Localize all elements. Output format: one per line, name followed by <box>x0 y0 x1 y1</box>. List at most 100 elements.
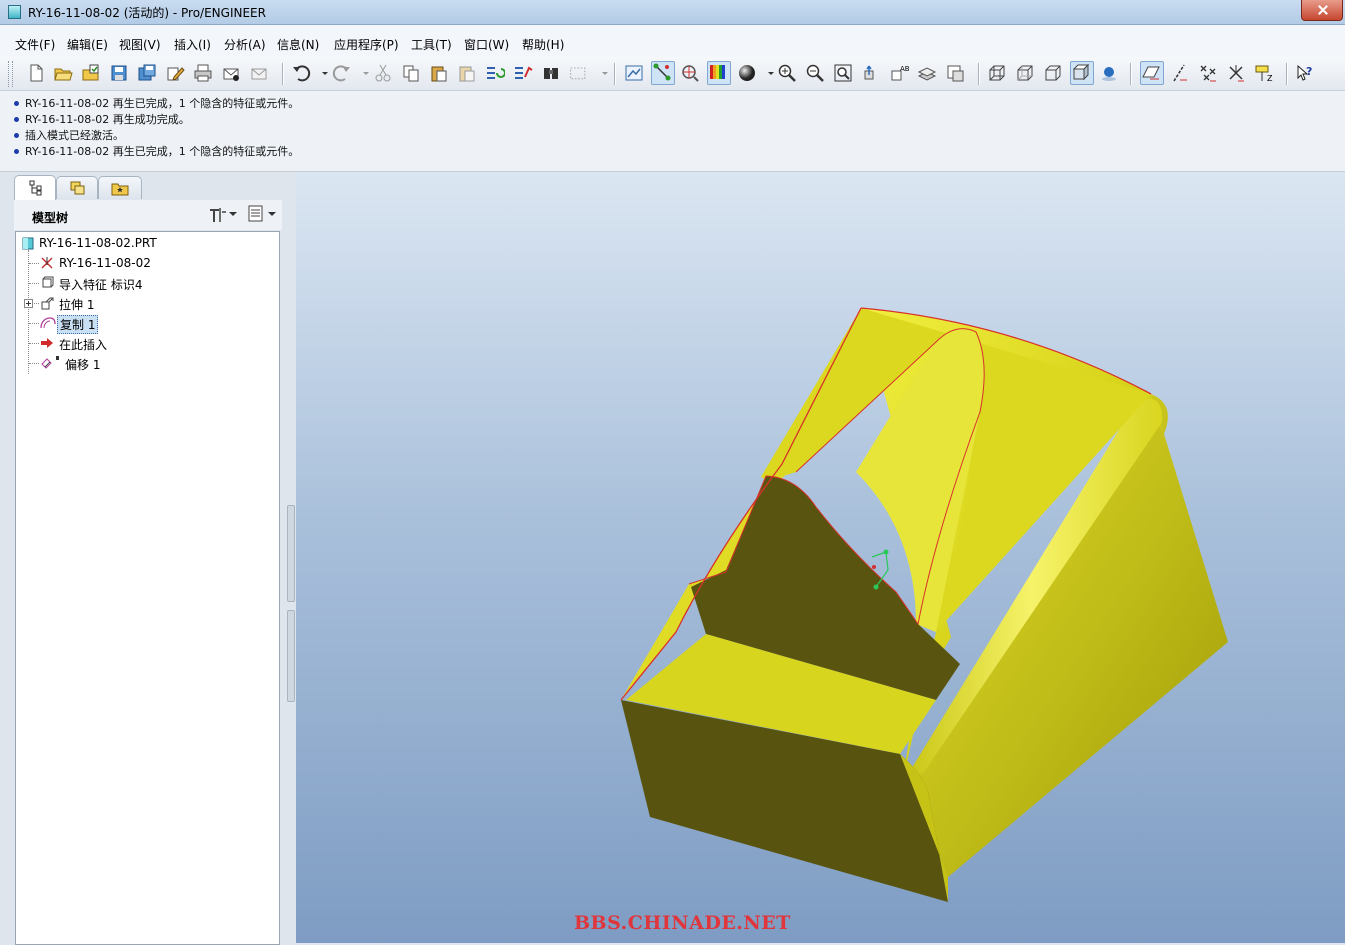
rename-icon[interactable] <box>165 63 185 83</box>
window-close-button[interactable] <box>1301 0 1343 21</box>
paste-icon[interactable] <box>429 63 449 83</box>
model-3d-render[interactable] <box>296 172 1345 943</box>
tree-connector <box>29 283 39 284</box>
toolbar-separator <box>978 63 980 85</box>
regenerate-icon[interactable] <box>485 63 505 83</box>
spin-center-icon[interactable] <box>680 63 700 83</box>
refit-icon[interactable] <box>833 63 853 83</box>
saved-views-icon[interactable]: AB <box>889 63 909 83</box>
message-bullet-icon <box>14 148 19 154</box>
whats-this-icon[interactable]: ? <box>1295 63 1315 83</box>
menu-applications[interactable]: 应用程序(P) <box>334 36 399 53</box>
menu-window[interactable]: 窗口(W) <box>464 36 509 53</box>
menu-view[interactable]: 视图(V) <box>119 36 161 53</box>
menu-help[interactable]: 帮助(H) <box>522 36 564 53</box>
csys-icon[interactable] <box>1226 63 1246 83</box>
menu-edit[interactable]: 编辑(E) <box>67 36 108 53</box>
menu-analysis[interactable]: 分析(A) <box>224 36 266 53</box>
new-file-icon[interactable] <box>26 63 46 83</box>
extrude-feature-icon <box>41 297 54 310</box>
message-line: RY-16-11-08-02 再生已完成，1 个隐含的特征或元件。 <box>14 95 299 111</box>
enhanced-realism-icon[interactable] <box>1099 63 1119 83</box>
svg-text:AB: AB <box>900 65 909 73</box>
settings-dropdown-icon[interactable] <box>229 210 237 218</box>
offset-feature-icon <box>41 356 59 369</box>
mail-icon[interactable] <box>221 63 241 83</box>
copy-icon[interactable] <box>401 63 421 83</box>
select-dropdown-icon[interactable] <box>595 63 608 83</box>
tree-item-label: 在此插入 <box>59 338 108 352</box>
undo-icon[interactable] <box>291 63 311 83</box>
tree-connector <box>28 250 29 374</box>
model-tree-title: 模型树 <box>32 211 69 225</box>
favorites-tab[interactable] <box>98 176 142 199</box>
print-icon[interactable] <box>193 63 213 83</box>
tree-item-label: RY-16-11-08-02 <box>59 256 151 270</box>
open-folder-icon[interactable] <box>53 63 73 83</box>
paste-special-icon[interactable] <box>457 63 477 83</box>
menu-info[interactable]: 信息(N) <box>277 36 319 53</box>
redo-icon[interactable] <box>332 63 352 83</box>
show-dropdown-icon[interactable] <box>268 210 276 218</box>
navigator-panel: 模型树 RY-16-11-08-02.PRT RY-16-11-08-02 导入… <box>0 172 296 945</box>
datum-planes-icon[interactable] <box>1140 61 1164 85</box>
cut-icon[interactable] <box>373 63 393 83</box>
model-tree-header: 模型树 <box>14 200 282 230</box>
main-toolbar: AB Z ? <box>0 57 1345 91</box>
zoom-in-icon[interactable] <box>777 63 797 83</box>
reorient-icon[interactable] <box>861 63 881 83</box>
toolbar-separator <box>1130 63 1132 85</box>
annotation-icon[interactable]: Z <box>1254 63 1274 83</box>
message-line: 插入模式已经激活。 <box>14 127 124 143</box>
save-icon[interactable] <box>109 63 129 83</box>
folder-browser-tab[interactable] <box>56 176 98 199</box>
hidden-line-icon[interactable] <box>1015 63 1035 83</box>
message-bullet-icon <box>14 116 19 122</box>
regen-manager-icon[interactable] <box>513 63 533 83</box>
zoom-out-icon[interactable] <box>805 63 825 83</box>
datum-display-icon[interactable] <box>651 61 675 85</box>
wireframe-icon[interactable] <box>987 63 1007 83</box>
show-menu-icon[interactable] <box>247 205 265 223</box>
undo-dropdown-icon[interactable] <box>315 63 328 83</box>
color-appearance-icon[interactable] <box>707 61 731 85</box>
layers-icon[interactable] <box>917 63 937 83</box>
view-manager-icon[interactable] <box>945 63 965 83</box>
message-text: RY-16-11-08-02 再生已完成，1 个隐含的特征或元件。 <box>25 145 300 158</box>
shading-sphere-icon[interactable] <box>737 63 757 83</box>
select-box-icon[interactable] <box>569 63 593 83</box>
message-bullet-icon <box>14 100 19 106</box>
open-session-icon[interactable] <box>81 63 101 83</box>
model-tree-tab-icon <box>29 180 42 196</box>
graphics-viewport[interactable]: BBS.CHINADE.NET <box>296 172 1345 943</box>
model-tree-tab[interactable] <box>14 175 56 200</box>
shading-icon[interactable] <box>1070 61 1094 85</box>
window-title: RY-16-11-08-02 (活动的) - Pro/ENGINEER <box>28 6 266 20</box>
expand-plus-icon[interactable] <box>24 299 33 308</box>
menu-file[interactable]: 文件(F) <box>15 36 55 53</box>
tree-root-label: RY-16-11-08-02.PRT <box>39 236 157 250</box>
appearance-dropdown-icon[interactable] <box>761 63 774 83</box>
message-line: RY-16-11-08-02 再生成功完成。 <box>14 111 190 127</box>
sketcher-display-icon[interactable] <box>624 63 644 83</box>
import-feature-icon <box>42 276 54 288</box>
toolbar-grip[interactable] <box>8 61 13 87</box>
redo-dropdown-icon[interactable] <box>356 63 369 83</box>
datum-axes-icon[interactable] <box>1170 63 1190 83</box>
save-copy-icon[interactable] <box>137 63 157 83</box>
mail-link-icon[interactable] <box>249 63 269 83</box>
proe-app-icon <box>8 5 21 19</box>
tree-connector <box>29 363 39 364</box>
menu-insert[interactable]: 插入(I) <box>174 36 211 53</box>
panel-sash-upper[interactable] <box>287 505 295 602</box>
no-hidden-icon[interactable] <box>1043 63 1063 83</box>
find-icon[interactable] <box>541 63 561 83</box>
watermark: BBS.CHINADE.NET <box>574 912 791 934</box>
settings-tools-icon[interactable] <box>208 206 228 224</box>
svg-text:Z: Z <box>1267 74 1273 83</box>
menu-tools[interactable]: 工具(T) <box>411 36 452 53</box>
message-bullet-icon <box>14 132 19 138</box>
panel-sash-lower[interactable] <box>287 610 295 702</box>
datum-points-icon[interactable] <box>1198 63 1218 83</box>
tree-connector <box>29 263 39 264</box>
